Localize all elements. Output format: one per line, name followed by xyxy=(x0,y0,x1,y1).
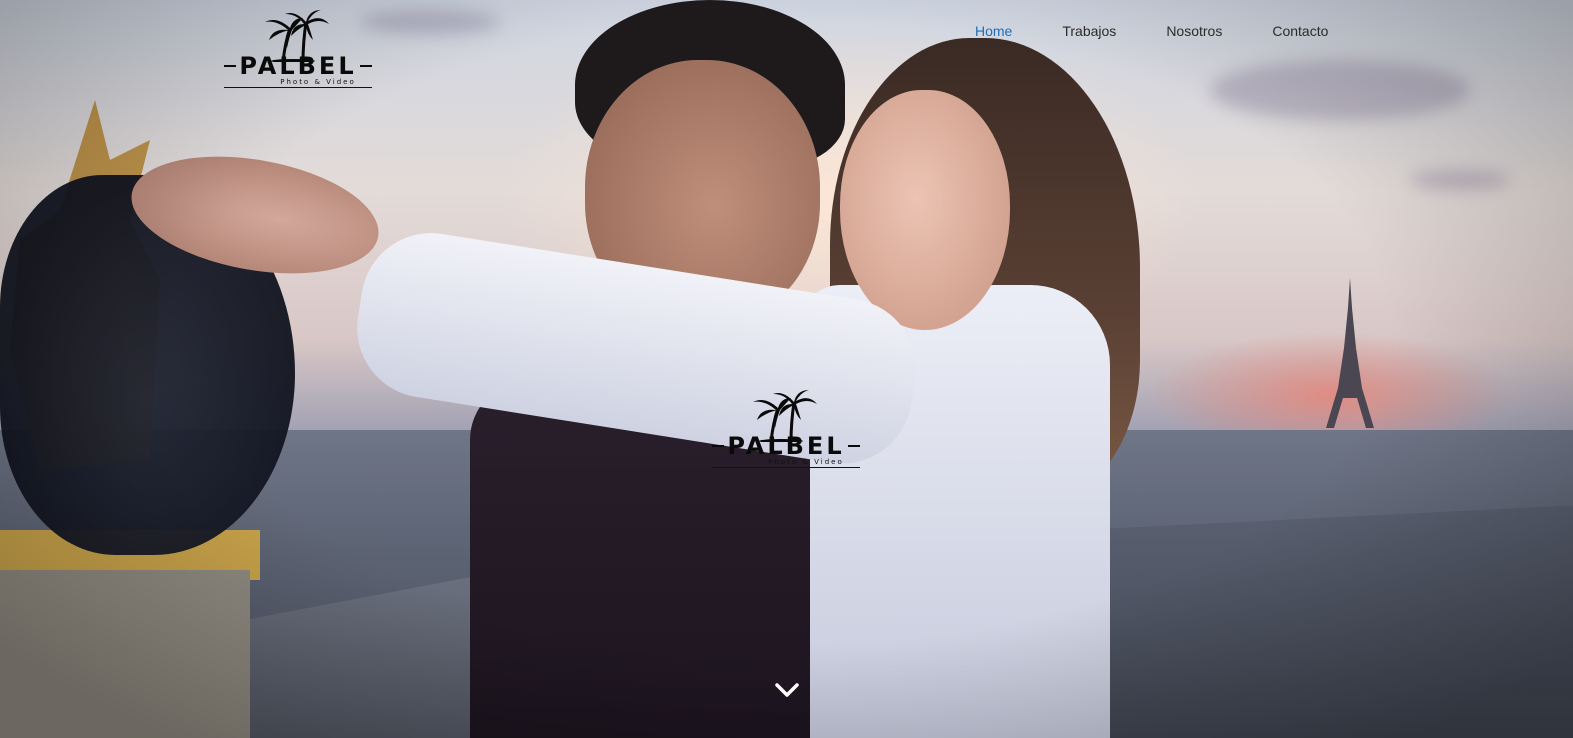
logo-tagline: Photo & Video xyxy=(768,458,844,466)
scroll-down-button[interactable] xyxy=(773,680,801,700)
site-header: PALBEL Photo & Video Home Trabajos Nosot… xyxy=(0,0,1573,100)
logo-dash xyxy=(224,65,237,67)
hero-background-image xyxy=(0,0,1573,738)
nav-item-contacto[interactable]: Contacto xyxy=(1247,22,1353,40)
logo-dash xyxy=(359,65,372,67)
logo-dash xyxy=(847,445,860,447)
vignette xyxy=(0,0,1573,738)
logo-dash xyxy=(712,445,725,447)
logo-wordmark: PALBEL xyxy=(727,432,845,460)
nav-item-nosotros[interactable]: Nosotros xyxy=(1141,22,1247,40)
logo-underline xyxy=(712,467,860,468)
nav-item-trabajos[interactable]: Trabajos xyxy=(1037,22,1141,40)
logo-underline xyxy=(224,87,372,88)
hero-logo: PALBEL Photo & Video xyxy=(706,388,866,468)
chevron-down-icon xyxy=(775,683,799,697)
logo-tagline: Photo & Video xyxy=(280,78,356,86)
brand-logo[interactable]: PALBEL Photo & Video xyxy=(218,8,378,88)
nav-item-home[interactable]: Home xyxy=(950,22,1037,40)
logo-wordmark: PALBEL xyxy=(239,52,357,80)
main-nav: Home Trabajos Nosotros Contacto xyxy=(950,22,1353,40)
